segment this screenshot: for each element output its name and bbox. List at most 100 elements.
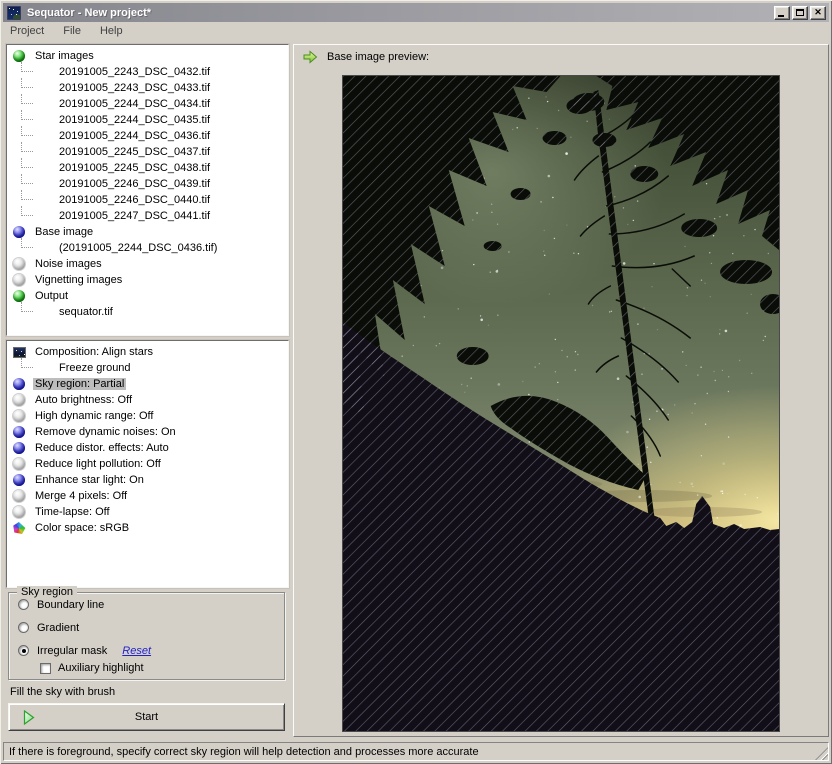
- tree-connector-icon: [21, 78, 33, 88]
- tree-file-item[interactable]: 20191005_2243_DSC_0433.tif: [7, 80, 288, 96]
- color-gamut-icon: [13, 522, 26, 534]
- menu-item-help[interactable]: Help: [96, 24, 132, 40]
- base-image-preview[interactable]: [342, 75, 780, 732]
- app-icon: [7, 6, 21, 20]
- menu-item-project[interactable]: Project: [6, 24, 53, 40]
- settings-item-color-space[interactable]: Color space: sRGB: [7, 520, 288, 536]
- start-button-label: Start: [135, 711, 158, 723]
- tree-connector-icon: [21, 206, 33, 216]
- settings-item-reduce-distor-effects[interactable]: Reduce distor. effects: Auto: [7, 440, 288, 456]
- radio-label: Boundary line: [37, 599, 104, 611]
- tree-file-label: 20191005_2245_DSC_0437.tif: [57, 146, 212, 158]
- settings-item-remove-dynamic-noises[interactable]: Remove dynamic noises: On: [7, 424, 288, 440]
- tree-file-label: 20191005_2244_DSC_0434.tif: [57, 98, 212, 110]
- tree-section-star-images[interactable]: Star images: [7, 48, 288, 64]
- settings-item-freeze-ground[interactable]: Freeze ground: [7, 360, 288, 376]
- radio-irregular-mask[interactable]: [18, 645, 29, 656]
- settings-item-label: Sky region: Partial: [33, 378, 126, 390]
- settings-item-high-dynamic-range[interactable]: High dynamic range: Off: [7, 408, 288, 424]
- tree-file-label: 20191005_2243_DSC_0433.tif: [57, 82, 212, 94]
- play-icon: [23, 710, 35, 725]
- tree-section-vignetting-images[interactable]: Vignetting images: [7, 272, 288, 288]
- radio-gradient[interactable]: [18, 622, 29, 633]
- tree-file-item[interactable]: 20191005_2245_DSC_0437.tif: [7, 144, 288, 160]
- tree-connector-icon: [21, 158, 33, 168]
- radio-option-irregular-mask[interactable]: Irregular maskReset: [9, 639, 284, 662]
- radio-option-gradient[interactable]: Gradient: [9, 616, 284, 639]
- composition-icon: [13, 347, 26, 358]
- close-icon: ✕: [811, 7, 825, 19]
- tree-section-label: Noise images: [33, 258, 104, 270]
- settings-panel: Composition: Align starsFreeze ground Sky…: [6, 340, 289, 588]
- maximize-button[interactable]: [792, 6, 808, 20]
- night-sky-photo: [343, 76, 779, 731]
- tree-file-item[interactable]: 20191005_2245_DSC_0438.tif: [7, 160, 288, 176]
- tree-connector-icon: [21, 358, 33, 368]
- tree-section-output[interactable]: Output: [7, 288, 288, 304]
- minimize-icon: [778, 15, 784, 17]
- tree-connector-icon: [21, 62, 33, 72]
- status-text: If there is foreground, specify correct …: [9, 746, 479, 758]
- settings-item-reduce-light-pollution[interactable]: Reduce light pollution: Off: [7, 456, 288, 472]
- tree-file-item[interactable]: 20191005_2243_DSC_0432.tif: [7, 64, 288, 80]
- tree-section-label: Output: [33, 290, 70, 302]
- tree-section-base-image[interactable]: Base image: [7, 224, 288, 240]
- tree-file-item[interactable]: 20191005_2247_DSC_0441.tif: [7, 208, 288, 224]
- auxiliary-highlight-option[interactable]: Auxiliary highlight: [9, 660, 284, 676]
- sphere-blue-icon: [13, 474, 25, 486]
- app-window: Sequator - New project* ✕ Project File Hel…: [0, 0, 832, 764]
- settings-item-label: Color space: sRGB: [33, 522, 131, 534]
- settings-item-label: Reduce light pollution: Off: [33, 458, 163, 470]
- tree-file-item[interactable]: 20191005_2244_DSC_0435.tif: [7, 112, 288, 128]
- tree-connector-icon: [21, 238, 33, 248]
- settings-item-enhance-star-light[interactable]: Enhance star light: On: [7, 472, 288, 488]
- tree-file-label: 20191005_2243_DSC_0432.tif: [57, 66, 212, 78]
- tree-section-label: Base image: [33, 226, 95, 238]
- minimize-button[interactable]: [774, 6, 790, 20]
- settings-item-time-lapse[interactable]: Time-lapse: Off: [7, 504, 288, 520]
- menu-item-file[interactable]: File: [59, 24, 90, 40]
- settings-item-auto-brightness[interactable]: Auto brightness: Off: [7, 392, 288, 408]
- sphere-gray-icon: [13, 490, 25, 502]
- sphere-blue-icon: [13, 442, 25, 454]
- brush-hint: Fill the sky with brush: [6, 684, 287, 701]
- preview-header: Base image preview:: [294, 45, 828, 69]
- radio-boundary-line[interactable]: [18, 599, 29, 610]
- tree-file-item[interactable]: (20191005_2244_DSC_0436.tif): [7, 240, 288, 256]
- sphere-blue-icon: [13, 378, 25, 390]
- reset-link[interactable]: Reset: [122, 645, 151, 657]
- tree-connector-icon: [21, 94, 33, 104]
- sky-region-group-title: Sky region: [17, 586, 77, 598]
- settings-item-sky-region[interactable]: Sky region: Partial: [7, 376, 288, 392]
- tree-file-item[interactable]: 20191005_2244_DSC_0434.tif: [7, 96, 288, 112]
- sphere-blue-icon: [13, 226, 25, 238]
- preview-panel: Base image preview:: [293, 44, 829, 737]
- sphere-gray-icon: [13, 274, 25, 286]
- window-title: Sequator - New project*: [27, 7, 151, 19]
- start-button[interactable]: Start: [8, 703, 285, 731]
- settings-item-label: Merge 4 pixels: Off: [33, 490, 129, 502]
- tree-section-noise-images[interactable]: Noise images: [7, 256, 288, 272]
- file-tree-panel: Star images 20191005_2243_DSC_0432.tif 201…: [6, 44, 289, 336]
- settings-item-label: High dynamic range: Off: [33, 410, 155, 422]
- maximize-icon: [796, 9, 804, 16]
- resize-grip[interactable]: [815, 747, 828, 760]
- close-button[interactable]: ✕: [810, 6, 826, 20]
- tree-file-item[interactable]: 20191005_2244_DSC_0436.tif: [7, 128, 288, 144]
- tree-file-label: sequator.tif: [57, 306, 115, 318]
- tree-file-item[interactable]: 20191005_2246_DSC_0439.tif: [7, 176, 288, 192]
- tree-file-item[interactable]: 20191005_2246_DSC_0440.tif: [7, 192, 288, 208]
- title-bar[interactable]: Sequator - New project* ✕: [3, 3, 829, 22]
- sky-region-group: Sky region Boundary lineGradientIrregula…: [8, 592, 285, 680]
- radio-label: Gradient: [37, 622, 79, 634]
- settings-item-composition[interactable]: Composition: Align stars: [7, 344, 288, 360]
- tree-file-label: 20191005_2247_DSC_0441.tif: [57, 210, 212, 222]
- window-controls: ✕: [774, 6, 827, 20]
- tree-file-item[interactable]: sequator.tif: [7, 304, 288, 320]
- tree-file-label: (20191005_2244_DSC_0436.tif): [57, 242, 219, 254]
- auxiliary-highlight-checkbox[interactable]: [40, 663, 51, 674]
- sphere-blue-icon: [13, 426, 25, 438]
- settings-item-merge-4-pixels[interactable]: Merge 4 pixels: Off: [7, 488, 288, 504]
- sphere-gray-icon: [13, 258, 25, 270]
- tree-connector-icon: [21, 302, 33, 312]
